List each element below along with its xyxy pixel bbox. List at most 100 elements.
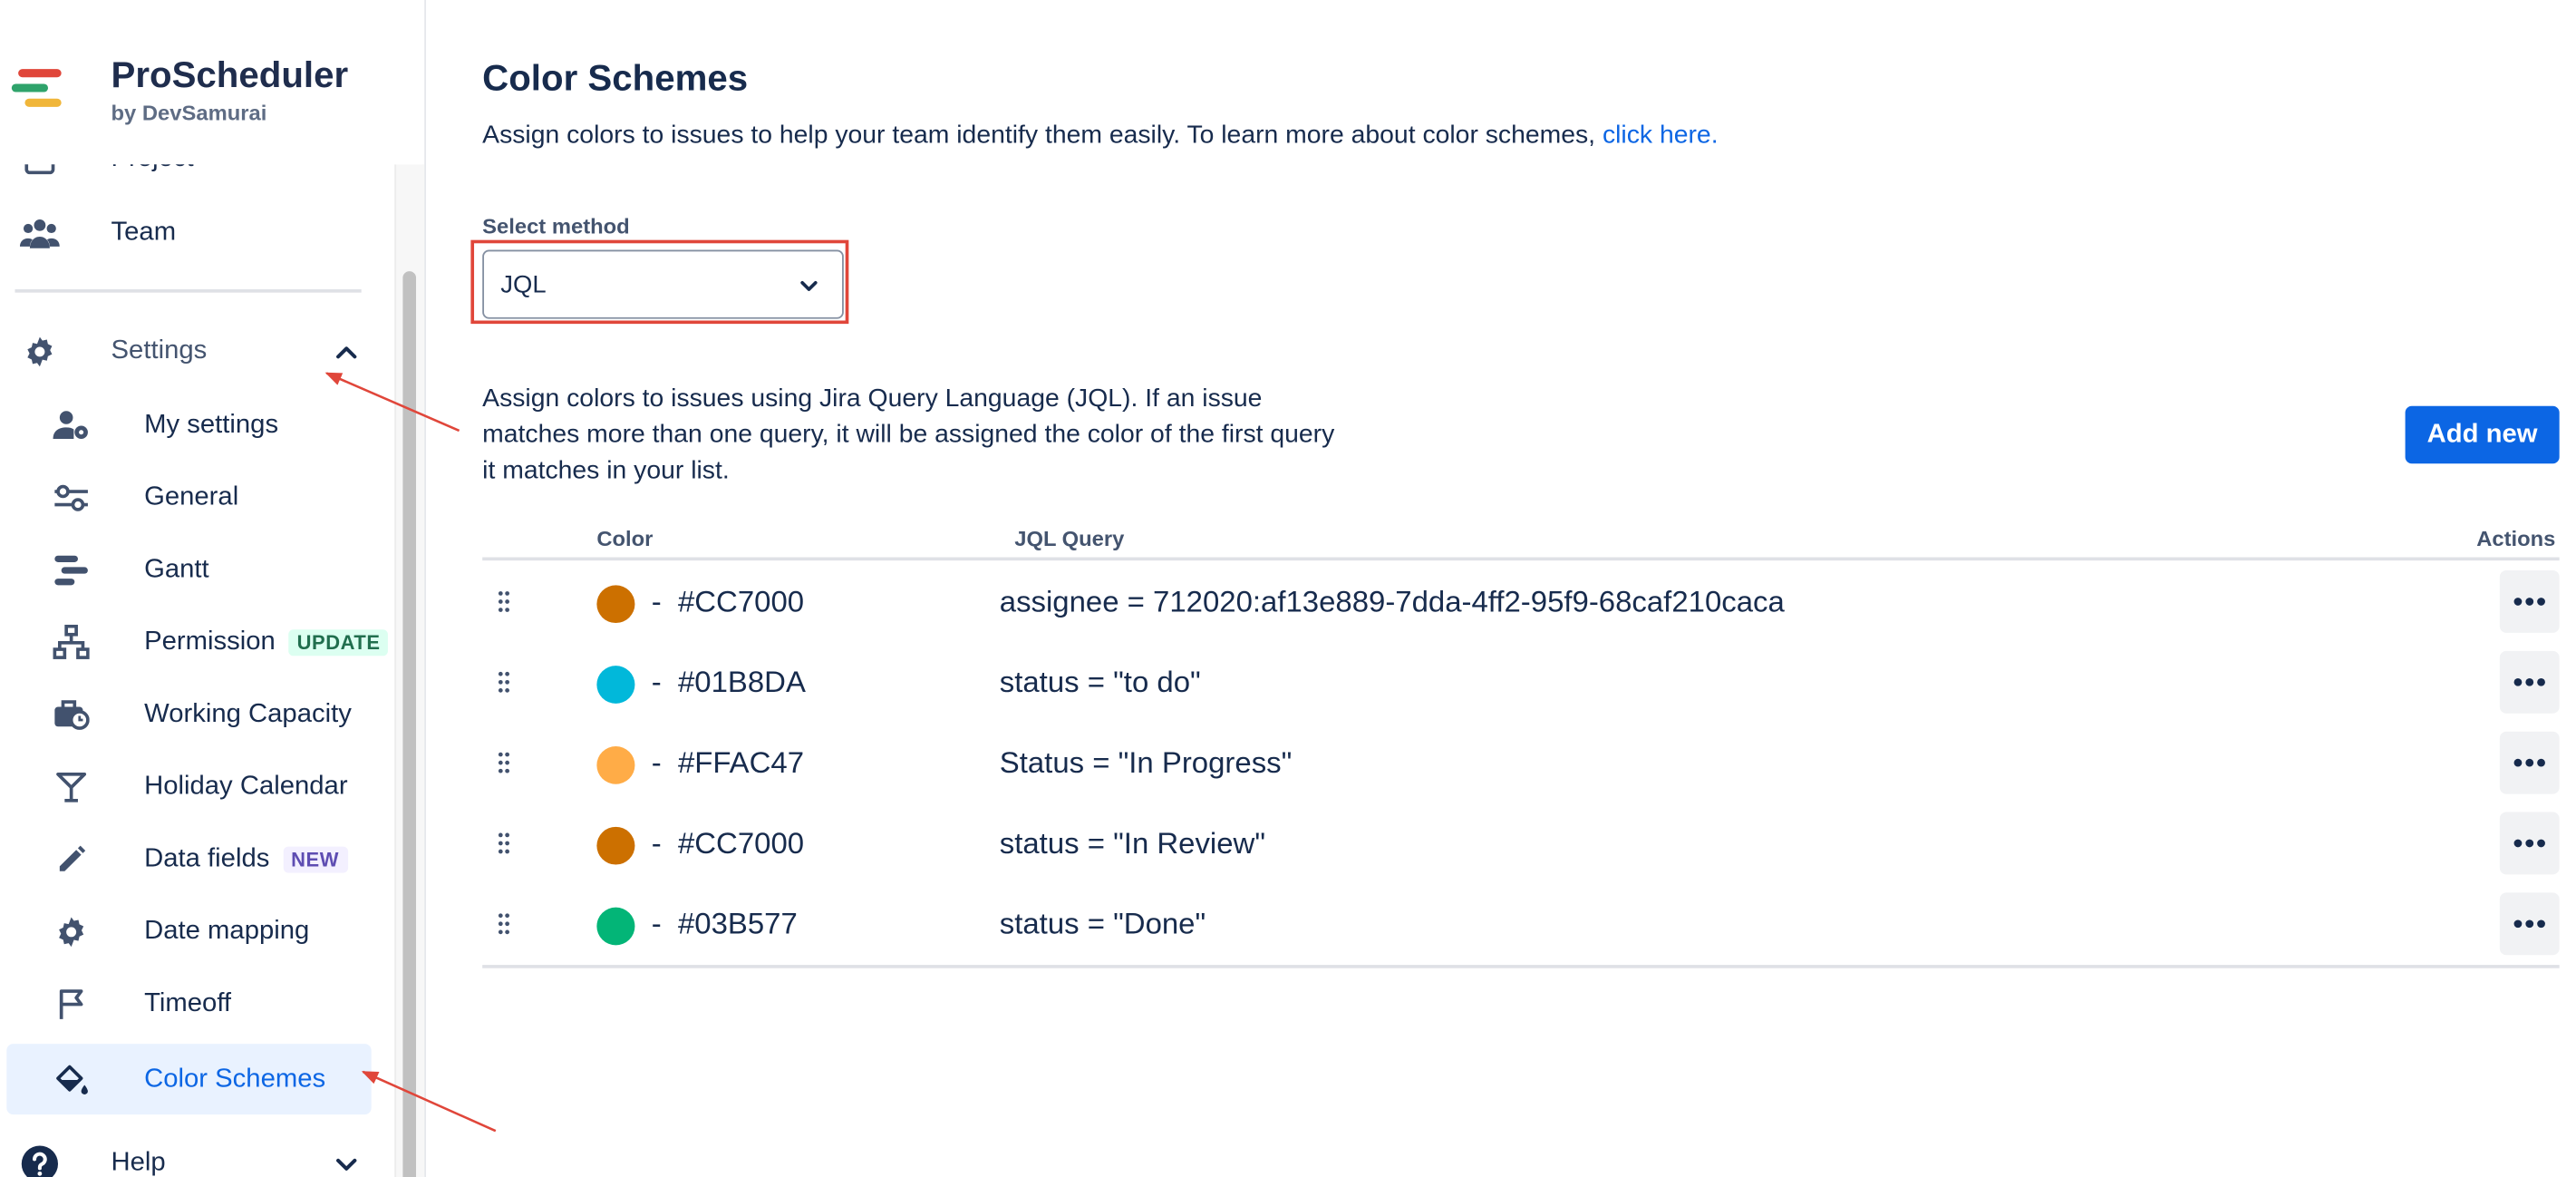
drag-handle-icon[interactable] (498, 751, 511, 773)
sidebar-item-label: General (144, 482, 239, 511)
brand: ProScheduler by DevSamurai (0, 0, 423, 165)
proscheduler-logo (11, 66, 65, 112)
sidebar-divider (15, 289, 362, 293)
column-header-color: Color (596, 526, 654, 551)
color-swatch[interactable] (596, 746, 635, 784)
sidebar-item-my-settings[interactable]: My settings (6, 391, 371, 460)
cocktail-icon (52, 768, 92, 808)
sidebar-item-label: Timeoff (144, 989, 232, 1018)
brand-title: ProScheduler (111, 54, 349, 96)
sidebar-item-label: Color Schemes (144, 1064, 326, 1093)
select-method-label: Select method (482, 213, 630, 238)
sidebar-item-label: Date mapping (144, 917, 310, 946)
jql-description: Assign colors to issues using Jira Query… (482, 384, 1335, 485)
sidebar-item-permission[interactable]: Permission UPDATE (6, 608, 389, 677)
people-icon (19, 214, 60, 254)
color-hex: #CC7000 (677, 585, 805, 618)
sidebar-item-working-capacity[interactable]: Working Capacity (6, 680, 371, 749)
more-icon (2513, 839, 2545, 848)
color-hex: #01B8DA (677, 666, 806, 699)
color-separator: - (651, 907, 662, 940)
more-actions-button[interactable] (2499, 570, 2560, 633)
learn-more-link[interactable]: click here. (1603, 122, 1719, 150)
drag-handle-icon[interactable] (498, 912, 511, 935)
sidebar-item-settings[interactable]: Settings (6, 317, 371, 386)
jql-query: status = "to do" (999, 666, 1201, 699)
color-hex: #FFAC47 (677, 746, 805, 780)
color-hex: #CC7000 (677, 826, 805, 861)
table-row: - #01B8DA status = "to do" (482, 643, 2560, 724)
gear-icon (20, 332, 60, 372)
drag-handle-icon[interactable] (498, 832, 511, 854)
sidebar-item-timeoff[interactable]: Timeoff (6, 970, 371, 1039)
chevron-down-icon[interactable] (332, 1149, 362, 1177)
table-header-divider (482, 557, 2560, 561)
color-separator: - (651, 666, 662, 699)
sidebar-item-label: Gantt (144, 555, 209, 584)
drag-handle-icon[interactable] (498, 671, 511, 694)
more-actions-button[interactable] (2499, 650, 2560, 714)
table-row: - #CC7000 status = "In Review" (482, 803, 2560, 884)
column-header-actions: Actions (2476, 526, 2556, 551)
table-row: - #FFAC47 Status = "In Progress" (482, 724, 2560, 804)
sidebar-item-date-mapping[interactable]: Date mapping (6, 898, 371, 967)
jql-query: status = "In Review" (999, 826, 1266, 861)
more-icon (2513, 758, 2545, 767)
color-swatch[interactable] (596, 907, 635, 946)
question-icon (20, 1144, 60, 1177)
brand-subtitle: by DevSamurai (111, 100, 267, 125)
table-row: - #03B577 status = "Done" (482, 884, 2560, 965)
more-actions-button[interactable] (2499, 812, 2560, 875)
sidebar-item-holiday-calendar[interactable]: Holiday Calendar (6, 753, 371, 822)
color-separator: - (651, 826, 662, 861)
more-icon (2513, 598, 2545, 606)
update-badge: UPDATE (288, 629, 389, 657)
page-description: Assign colors to issues to help your tea… (482, 122, 1719, 150)
sidebar-item-label: My settings (144, 411, 279, 440)
sidebar-item-label: Permission UPDATE (144, 627, 389, 657)
add-new-button[interactable]: Add new (2405, 405, 2560, 464)
color-swatch[interactable] (596, 585, 635, 624)
sidebar-item-label: Help (111, 1149, 166, 1177)
sidebar-item-team[interactable]: Team (6, 199, 371, 268)
color-separator: - (651, 746, 662, 780)
sidebar-item-data-fields[interactable]: Data fields NEW (6, 825, 371, 894)
table-row: - #CC7000 assignee = 712020:af13e889-7dda-… (482, 562, 2560, 643)
new-badge: NEW (282, 846, 348, 873)
hierarchy-icon (52, 623, 92, 663)
jql-query: Status = "In Progress" (999, 746, 1293, 780)
table-bottom-divider (482, 965, 2560, 968)
chevron-down-icon (796, 273, 822, 299)
flag-icon (52, 985, 92, 1025)
drag-handle-icon[interactable] (498, 590, 511, 613)
sidebar-item-general[interactable]: General (6, 463, 371, 532)
sidebar-item-gantt[interactable]: Gantt (6, 536, 371, 605)
sidebar-item-label: Data fields NEW (144, 845, 348, 875)
main-content: Color Schemes Assign colors to issues to… (424, 0, 2576, 1177)
page-title: Color Schemes (482, 57, 749, 99)
more-actions-button[interactable] (2499, 892, 2560, 956)
select-method-value: JQL (500, 271, 547, 299)
user-settings-icon (52, 406, 92, 446)
pencil-icon (52, 840, 92, 880)
gear-icon (52, 912, 92, 952)
jql-query: status = "Done" (999, 907, 1206, 940)
gantt-icon (52, 550, 92, 590)
briefcase-clock-icon (52, 696, 92, 735)
sidebar-item-help[interactable]: Help (6, 1129, 371, 1177)
column-header-jql-query: JQL Query (1014, 526, 1125, 551)
color-separator: - (651, 585, 662, 618)
color-swatch[interactable] (596, 666, 635, 704)
sidebar-scrollbar-thumb[interactable] (402, 271, 417, 1177)
paint-bucket-icon (52, 1059, 92, 1099)
sidebar-item-color-schemes[interactable]: Color Schemes (6, 1044, 372, 1115)
chevron-up-icon[interactable] (332, 337, 362, 367)
select-method-dropdown[interactable]: JQL (482, 249, 844, 319)
sidebar-item-label: Team (111, 219, 177, 247)
sidebar: ProScheduler by DevSamurai Project Team (0, 0, 427, 1177)
more-actions-button[interactable] (2499, 731, 2560, 794)
sidebar-item-label: Working Capacity (144, 700, 352, 729)
color-swatch[interactable] (596, 826, 635, 865)
color-hex: #03B577 (677, 907, 798, 940)
jql-query: assignee = 712020:af13e889-7dda-4ff2-95f… (999, 585, 1785, 618)
